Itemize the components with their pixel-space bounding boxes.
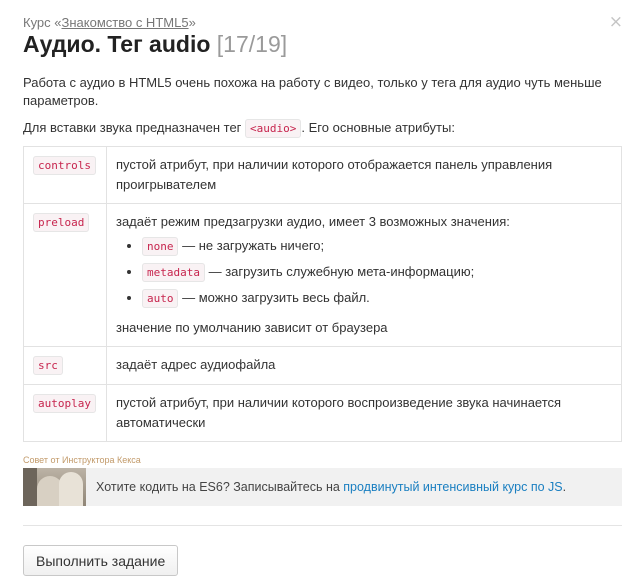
insert-text-before: Для вставки звука предназначен тег: [23, 120, 246, 135]
breadcrumb-course-link[interactable]: Знакомство с HTML5: [62, 15, 189, 30]
tip-text-before: Хотите кодить на ES6? Записывайтесь на: [96, 480, 344, 494]
intro-paragraph: Работа с аудио в HTML5 очень похожа на р…: [23, 75, 602, 108]
list-item: none — не загружать ничего;: [141, 235, 611, 258]
step-counter: [17/19]: [216, 31, 288, 57]
default-note: значение по умолчанию зависит от браузер…: [115, 320, 388, 335]
tip-text-after: .: [562, 480, 567, 494]
insert-text-after: . Его основные атрибуты:: [301, 120, 455, 135]
tip-label: Совет от Инструктора Кекса: [23, 455, 141, 465]
tip-course-link[interactable]: продвинутый интенсивный курс по JS: [343, 480, 562, 494]
divider: [23, 525, 622, 526]
breadcrumb: Курс «Знакомство с HTML5»: [23, 0, 622, 30]
value-text: — загрузить служебную мета-информацию;: [204, 264, 475, 279]
attribute-name: preload: [33, 213, 90, 232]
attributes-table: controls пустой атрибут, при наличии кот…: [23, 146, 623, 442]
lesson-page: × Курс «Знакомство с HTML5» Аудио. Тег a…: [0, 0, 644, 588]
tip-text: Хотите кодить на ES6? Записывайтесь на п…: [96, 480, 566, 494]
attribute-name: autoplay: [33, 394, 96, 413]
value-text: — можно загрузить весь файл.: [178, 290, 370, 305]
value-code: none: [141, 237, 179, 256]
table-row: autoplay пустой атрибут, при наличии кот…: [23, 384, 623, 442]
attribute-description: пустой атрибут, при наличии которого ото…: [105, 146, 623, 204]
value-code: auto: [141, 289, 179, 308]
attribute-description-cell: задаёт режим предзагрузки аудио, имеет 3…: [105, 203, 623, 347]
attribute-description: задаёт адрес аудиофайла: [105, 346, 623, 385]
breadcrumb-prefix: Курс «: [23, 15, 62, 30]
value-code: metadata: [141, 263, 205, 282]
attribute-name-cell: preload: [23, 203, 107, 347]
attribute-description: задаёт режим предзагрузки аудио, имеет 3…: [115, 214, 510, 229]
submit-task-button[interactable]: Выполнить задание: [23, 545, 179, 576]
table-row: src задаёт адрес аудиофайла: [23, 346, 623, 385]
attribute-name: controls: [33, 156, 96, 175]
audio-tag-code: <audio>: [245, 119, 302, 138]
attribute-name-cell: autoplay: [23, 384, 107, 442]
close-icon[interactable]: ×: [609, 14, 623, 31]
tip-banner: Хотите кодить на ES6? Записывайтесь на п…: [23, 468, 622, 506]
list-item: auto — можно загрузить весь файл.: [141, 287, 611, 310]
attribute-description: пустой атрибут, при наличии которого вос…: [105, 384, 623, 442]
table-row: preload задаёт режим предзагрузки аудио,…: [23, 203, 623, 347]
value-text: — не загружать ничего;: [178, 238, 325, 253]
breadcrumb-suffix: »: [188, 15, 196, 30]
instructor-avatar: [23, 468, 86, 506]
page-title: Аудио. Тег audio [17/19]: [23, 30, 622, 66]
attribute-name: src: [33, 356, 63, 375]
preload-values-list: none — не загружать ничего; metadata — з…: [116, 235, 611, 310]
title-text: Аудио. Тег audio: [23, 31, 211, 57]
attribute-name-cell: src: [23, 346, 107, 385]
list-item: metadata — загрузить служебную мета-инфо…: [141, 261, 611, 284]
table-row: controls пустой атрибут, при наличии кот…: [23, 146, 623, 204]
attribute-name-cell: controls: [23, 146, 107, 204]
insert-paragraph: Для вставки звука предназначен тег <audi…: [23, 119, 622, 138]
